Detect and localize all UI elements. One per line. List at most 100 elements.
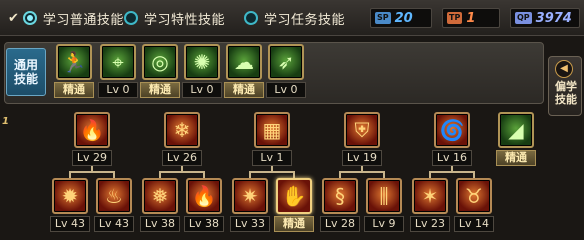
leap-icon: ➶ [277, 50, 295, 74]
skill-level-label: Lv 38 [184, 216, 224, 232]
skill-slot[interactable]: ♨ [96, 178, 132, 214]
check-icon: ✔ [8, 10, 19, 26]
tab-quest-skills[interactable]: 学习任务技能 [244, 9, 346, 28]
skill-level-label: 精通 [496, 150, 536, 166]
pillars-icon: ⫼ [379, 184, 389, 208]
skill-level-label: Lv 28 [320, 216, 360, 232]
frost-icon: ❅ [151, 184, 169, 208]
target-icon: ◎ [151, 50, 169, 74]
general-skills-label: 通用 技能 [6, 48, 46, 96]
radio-icon [244, 11, 258, 25]
tab-label: 学习特性技能 [144, 12, 226, 28]
swirl-icon: ✺ [193, 50, 211, 74]
skill-level-label: 精通 [224, 82, 264, 98]
fire-horns-icon: ♉ [465, 184, 483, 208]
tp-value: 1 [466, 10, 476, 26]
flame-burst-icon: ✹ [61, 184, 79, 208]
connector-bar [250, 171, 294, 173]
skill-slot[interactable]: § [322, 178, 358, 214]
tab-trait-skills[interactable]: 学习特性技能 [124, 9, 226, 28]
skill-slot[interactable]: ❄ [164, 112, 200, 148]
skill-slot[interactable]: 🌀 [434, 112, 470, 148]
skill-window: ✔ 学习普通技能 学习特性技能 学习任务技能 SP 20 TP 1 QP 397… [0, 0, 584, 240]
skill-level-label: Lv 19 [342, 150, 382, 166]
skill-slot[interactable]: ⛨ [344, 112, 380, 148]
skill-slot[interactable]: 🔥 [186, 178, 222, 214]
serpent-icon: § [335, 184, 345, 208]
skill-level-label: Lv 0 [182, 82, 222, 98]
skill-slot[interactable]: ✹ [52, 178, 88, 214]
skill-slot[interactable]: ➶ [268, 44, 304, 80]
connector-bar [340, 171, 384, 173]
qp-icon: QP [515, 12, 532, 24]
sp-icon: SP [375, 12, 391, 24]
connector-bar [430, 171, 474, 173]
skill-slot[interactable]: ▦ [254, 112, 290, 148]
vortex-icon: 🌀 [439, 118, 465, 142]
general-label-line2: 技能 [13, 72, 38, 86]
fire-icon: 🔥 [79, 118, 105, 142]
skill-level-label: Lv 26 [162, 150, 202, 166]
slope-icon: ◢ [508, 118, 524, 142]
arrow-left-icon[interactable]: ◀ [555, 60, 573, 78]
skill-level-label: Lv 43 [94, 216, 134, 232]
skill-slot[interactable]: ⌖ [100, 44, 136, 80]
radio-icon [22, 11, 37, 25]
skill-slot[interactable]: ✋ [276, 178, 312, 214]
tp-counter: TP 1 [442, 8, 500, 28]
skill-slot[interactable]: ✶ [412, 178, 448, 214]
snowflake-icon: ❄ [173, 118, 191, 142]
skill-level-label: Lv 43 [50, 216, 90, 232]
sp-value: 20 [394, 10, 413, 26]
skill-slot[interactable]: ◢ [498, 112, 534, 148]
skill-level-label: 精通 [140, 82, 180, 98]
fire-pillars-icon: ✶ [421, 184, 439, 208]
qp-counter: QP 3974 [510, 8, 580, 28]
skill-level-label: Lv 23 [410, 216, 450, 232]
tab-label: 学习普通技能 [42, 12, 124, 28]
skill-level-label: Lv 14 [454, 216, 494, 232]
blaze-icon: ✷ [241, 184, 259, 208]
tab-normal-skills[interactable]: ✔ 学习普通技能 [8, 9, 124, 28]
net-icon: ▦ [262, 118, 282, 142]
skill-slot[interactable]: ◎ [142, 44, 178, 80]
sp-counter: SP 20 [370, 8, 432, 28]
skill-level-label: Lv 0 [266, 82, 306, 98]
skill-slot[interactable]: ✷ [232, 178, 268, 214]
shield-icon: ⛨ [354, 118, 370, 142]
skill-level-label: Lv 16 [432, 150, 472, 166]
tab-label: 学习任务技能 [264, 12, 346, 28]
skill-level-label: 精通 [274, 216, 314, 232]
flame-wave-icon: ♨ [105, 184, 123, 208]
inferno-icon: 🔥 [191, 184, 217, 208]
connector-bar [70, 171, 114, 173]
skill-level-label: Lv 1 [252, 150, 292, 166]
skill-level-label: Lv 38 [140, 216, 180, 232]
general-label-line1: 通用 [13, 58, 38, 72]
mushroom-icon: ☁ [234, 50, 254, 74]
skill-slot[interactable]: 🔥 [74, 112, 110, 148]
skill-slot[interactable]: ⫼ [366, 178, 402, 214]
skill-slot[interactable]: 🏃 [56, 44, 92, 80]
skill-level-label: Lv 33 [230, 216, 270, 232]
skill-slot[interactable]: ☁ [226, 44, 262, 80]
skill-slot[interactable]: ✺ [184, 44, 220, 80]
side-tab-line1: 偏学 [555, 80, 577, 93]
running-figure-icon: 🏃 [61, 50, 87, 74]
qp-value: 3974 [535, 10, 572, 26]
skill-level-label: 精通 [54, 82, 94, 98]
skill-level-label: Lv 9 [364, 216, 404, 232]
skill-slot[interactable]: ♉ [456, 178, 492, 214]
crosshair-icon: ⌖ [112, 50, 124, 74]
side-tab-line2: 技能 [555, 93, 577, 106]
skill-slot[interactable]: ❅ [142, 178, 178, 214]
skill-level-label: Lv 0 [98, 82, 138, 98]
connector-bar [160, 171, 204, 173]
radio-icon [124, 11, 138, 25]
top-bar: ✔ 学习普通技能 学习特性技能 学习任务技能 SP 20 TP 1 QP 397… [0, 0, 584, 36]
skill-level-label: Lv 29 [72, 150, 112, 166]
tp-icon: TP [447, 12, 463, 24]
hand-icon: ✋ [281, 184, 307, 208]
side-tab-label: 偏学 技能 [552, 80, 580, 106]
tree-level-marker: 1 [2, 116, 9, 127]
